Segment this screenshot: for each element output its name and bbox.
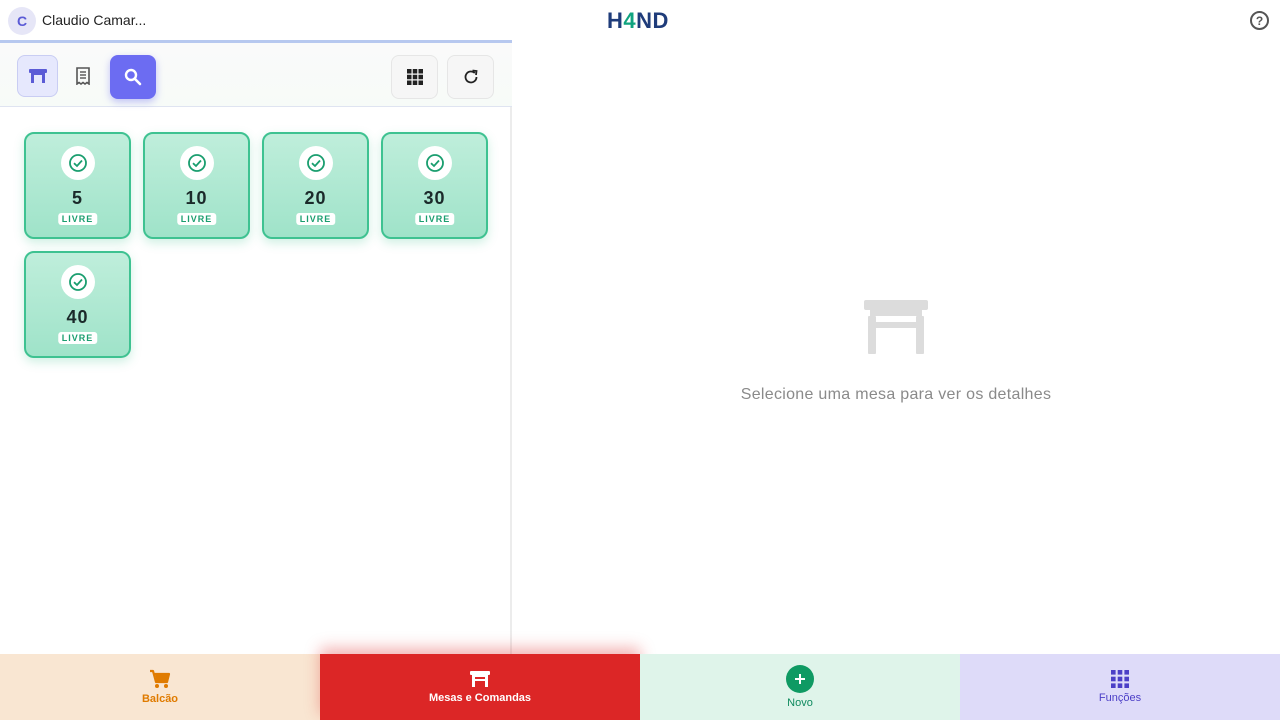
check-circle-icon: [299, 146, 333, 180]
table-number: 10: [185, 188, 208, 208]
table-number: 5: [71, 188, 83, 208]
status-badge: LIVRE: [176, 213, 217, 225]
nav-mesas-e-comandas[interactable]: Mesas e Comandas: [320, 654, 640, 720]
check-circle-icon: [61, 146, 95, 180]
bottom-nav: Balcão Mesas e Comandas Novo Funções: [0, 654, 1280, 720]
table-icon: [28, 69, 47, 83]
nav-mesas-label: Mesas e Comandas: [428, 692, 532, 704]
check-circle-icon: [180, 146, 214, 180]
receipt-icon: [76, 67, 90, 85]
table-icon: [470, 671, 490, 687]
mesas-filter-button[interactable]: [17, 55, 58, 97]
nav-funcoes[interactable]: Funções: [960, 654, 1280, 720]
logo: H4ND: [607, 8, 669, 34]
check-circle-icon: [61, 265, 95, 299]
apps-grid-icon: [1111, 670, 1129, 688]
detail-panel: Selecione uma mesa para ver os detalhes: [512, 40, 1280, 654]
table-card[interactable]: 10 LIVRE: [143, 132, 250, 239]
table-placeholder-icon: [862, 298, 930, 361]
search-button[interactable]: [110, 55, 156, 99]
logo-suffix: ND: [636, 8, 669, 33]
table-card[interactable]: 40 LIVRE: [24, 251, 131, 358]
nav-balcao-label: Balcão: [141, 693, 179, 705]
check-circle-icon: [418, 146, 452, 180]
toolbar: [0, 40, 512, 107]
grid-icon: [406, 69, 423, 85]
nav-balcao[interactable]: Balcão: [0, 654, 320, 720]
nav-novo-label: Novo: [787, 697, 813, 709]
table-card[interactable]: 5 LIVRE: [24, 132, 131, 239]
grid-view-button[interactable]: [391, 55, 438, 99]
plus-icon: [786, 665, 814, 693]
search-icon: [124, 68, 142, 86]
nav-funcoes-label: Funções: [1098, 692, 1142, 704]
status-badge: LIVRE: [414, 213, 455, 225]
refresh-icon: [464, 69, 478, 84]
tables-panel: 5 LIVRE 10 LIVRE 20 LIVRE 30 LIVRE 40 LI…: [0, 40, 512, 654]
nav-novo[interactable]: Novo: [640, 654, 960, 720]
help-icon[interactable]: ?: [1250, 11, 1269, 30]
table-card[interactable]: 30 LIVRE: [381, 132, 488, 239]
status-badge: LIVRE: [57, 332, 98, 344]
top-bar: C Claudio Camar... H4ND ?: [0, 0, 1280, 40]
logo-four: 4: [623, 8, 637, 33]
comandas-filter-button[interactable]: [62, 55, 104, 97]
empty-state-message: Selecione uma mesa para ver os detalhes: [740, 386, 1052, 403]
status-badge: LIVRE: [57, 213, 98, 225]
username[interactable]: Claudio Camar...: [42, 12, 146, 28]
table-number: 30: [423, 188, 446, 208]
cart-icon: [150, 669, 171, 688]
avatar[interactable]: C: [8, 7, 36, 35]
logo-prefix: H: [607, 8, 624, 33]
table-number: 20: [304, 188, 327, 208]
table-card[interactable]: 20 LIVRE: [262, 132, 369, 239]
refresh-button[interactable]: [447, 55, 494, 99]
status-badge: LIVRE: [295, 213, 336, 225]
table-number: 40: [66, 307, 89, 327]
